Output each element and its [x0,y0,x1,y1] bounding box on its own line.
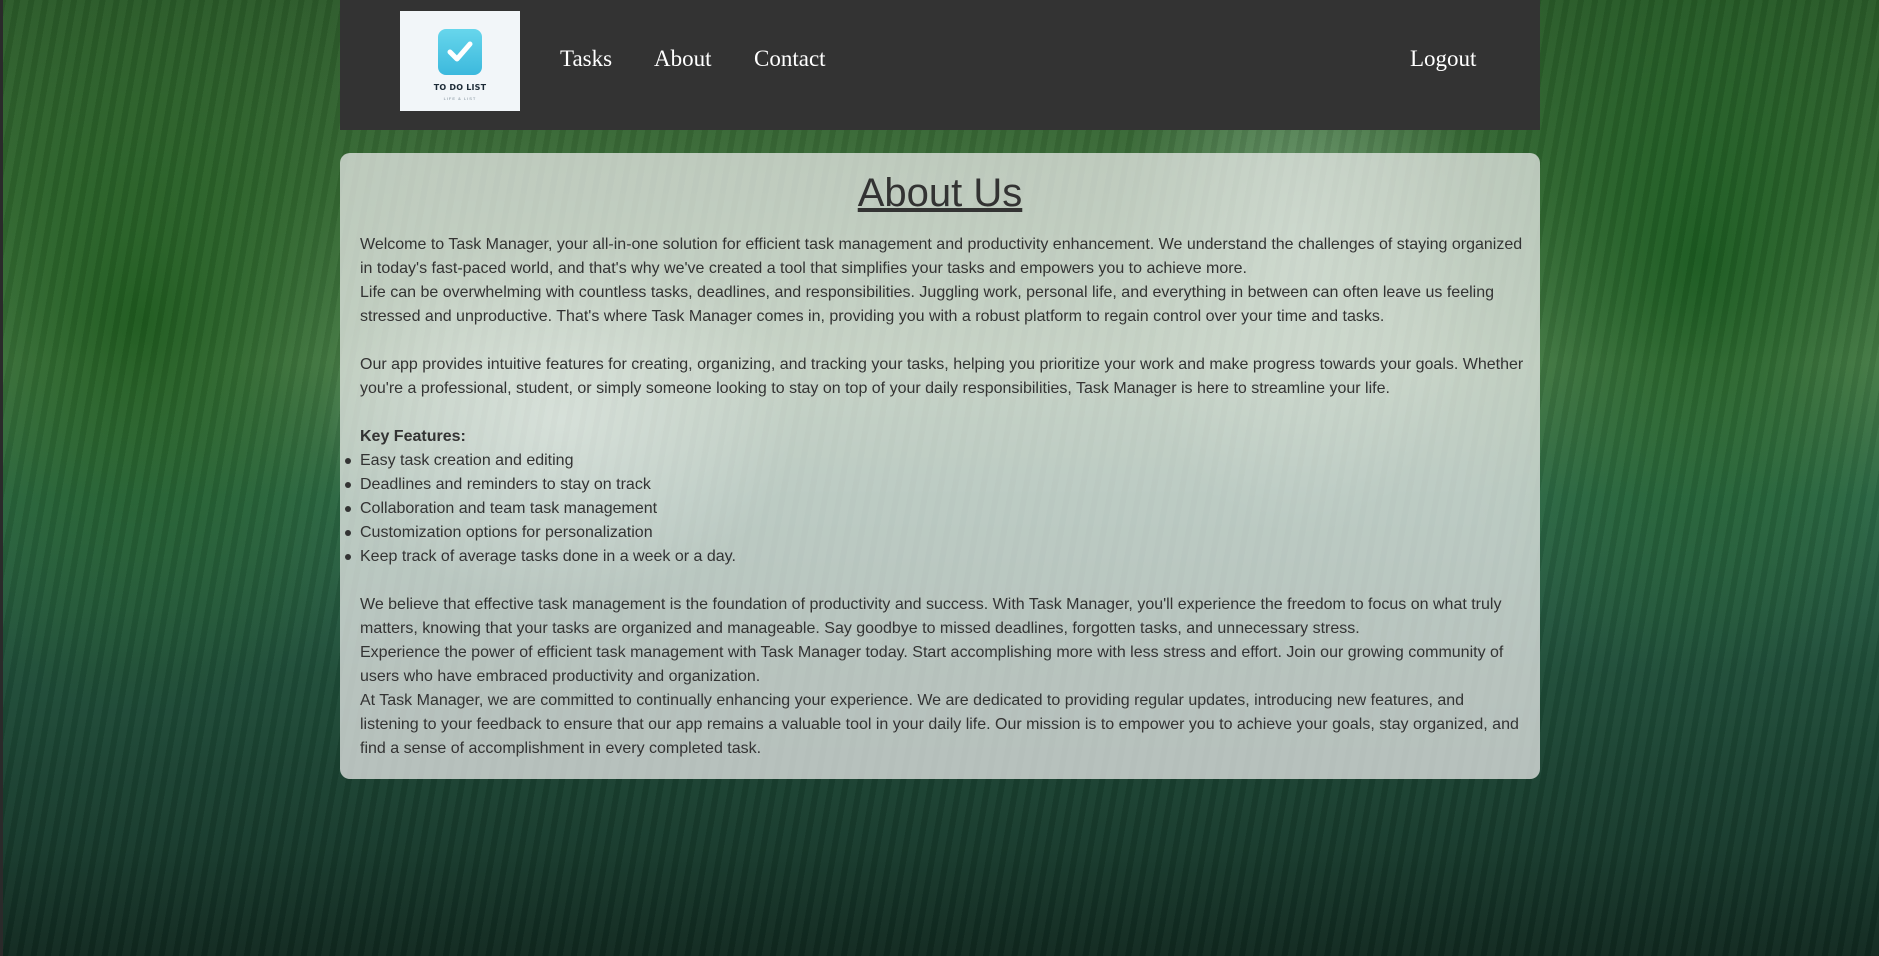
features-heading: Key Features: [360,428,466,445]
page-title: About Us [857,171,1023,215]
logo-text: TO DO LIST [433,83,487,92]
closing-paragraph: At Task Manager, we are committed to con… [360,692,1519,757]
list-item: Collaboration and team task management [345,497,1525,521]
features-list: Easy task creation and editing Deadlines… [345,449,1525,569]
logo-tagline: LIFE & LIST [443,96,477,101]
about-panel: About Us Welcome to Task Manager, your a… [340,153,1540,779]
about-body: Welcome to Task Manager, your all-in-one… [345,233,1525,761]
nav-link-contact[interactable]: Contact [754,46,826,72]
list-item: Deadlines and reminders to stay on track [345,473,1525,497]
intro-paragraph: Our app provides intuitive features for … [360,356,1524,397]
intro-paragraph: Welcome to Task Manager, your all-in-one… [360,236,1523,277]
list-item: Customization options for personalizatio… [345,521,1525,545]
list-item: Easy task creation and editing [345,449,1525,473]
closing-paragraph: We believe that effective task managemen… [360,596,1502,637]
logo[interactable]: TO DO LIST LIFE & LIST [400,11,520,111]
list-item: Keep track of average tasks done in a we… [345,545,1525,569]
logout-link[interactable]: Logout [1410,46,1476,72]
intro-paragraph: Life can be overwhelming with countless … [360,284,1494,325]
window-edge [0,0,3,956]
checkmark-icon [438,29,482,75]
nav-link-about[interactable]: About [654,46,712,72]
closing-paragraph: Experience the power of efficient task m… [360,644,1504,685]
page: TO DO LIST LIFE & LIST Tasks About Conta… [0,0,1879,956]
navbar: TO DO LIST LIFE & LIST Tasks About Conta… [340,0,1540,130]
nav-link-tasks[interactable]: Tasks [560,46,612,72]
